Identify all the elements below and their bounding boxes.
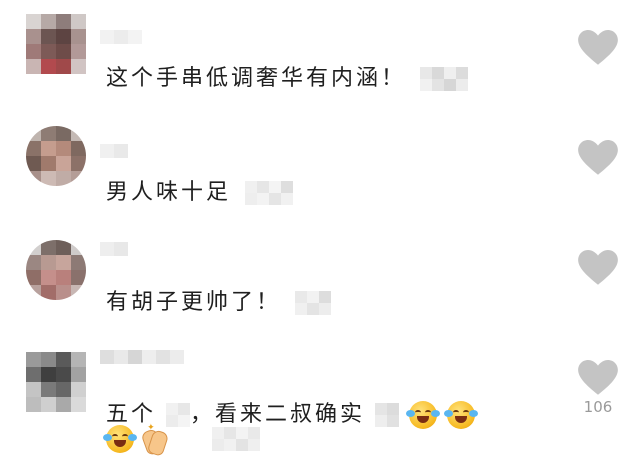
like-button[interactable] xyxy=(578,360,618,400)
avatar[interactable] xyxy=(26,352,86,412)
blurred-text xyxy=(245,181,294,205)
comment-item: 五个 ，看来二叔确实 ✦ xyxy=(0,340,640,476)
avatar[interactable] xyxy=(26,14,86,74)
avatar[interactable] xyxy=(26,240,86,300)
blurred-text xyxy=(375,403,400,427)
username-blurred[interactable] xyxy=(100,242,128,256)
comment-list: 这个手串低调奢华有内涵！ 男人味十足 有胡子更帅了！ 五个 ，看来二叔确实 ✦ … xyxy=(0,0,640,476)
like-button[interactable] xyxy=(578,250,618,290)
like-button[interactable] xyxy=(578,140,618,180)
comment-text-content: 男人味十足 xyxy=(106,180,232,205)
username-blurred[interactable] xyxy=(100,144,128,158)
comment-text-line-2: ✦ xyxy=(103,424,261,457)
username-blurred[interactable] xyxy=(100,30,142,44)
like-button[interactable] xyxy=(578,30,618,70)
comment-text: 男人味十足 xyxy=(106,174,294,206)
laughing-crying-emoji-icon xyxy=(103,425,137,453)
avatar[interactable] xyxy=(26,126,86,186)
comment-text-content: 这个手串低调奢华有内涵！ xyxy=(106,66,407,91)
heart-icon xyxy=(578,30,618,65)
comment-item: 男人味十足 xyxy=(0,118,640,230)
blurred-text xyxy=(295,291,332,315)
comment-text-content: 有胡子更帅了！ xyxy=(106,290,282,315)
username-blurred[interactable] xyxy=(100,350,184,364)
heart-icon xyxy=(578,360,618,395)
laughing-crying-emoji-icon xyxy=(444,401,479,429)
blurred-text xyxy=(420,67,469,91)
heart-icon xyxy=(578,140,618,175)
clapping-hands-icon: ✦ xyxy=(139,424,170,457)
blurred-text xyxy=(212,427,261,451)
heart-icon xyxy=(578,250,618,285)
like-count: 106 xyxy=(583,398,613,416)
laughing-crying-emoji-icon xyxy=(406,401,441,429)
comment-item: 有胡子更帅了！ xyxy=(0,230,640,340)
comment-text: 有胡子更帅了！ xyxy=(106,284,332,316)
comment-item: 这个手串低调奢华有内涵！ xyxy=(0,0,640,118)
comment-text: 这个手串低调奢华有内涵！ xyxy=(106,60,469,92)
